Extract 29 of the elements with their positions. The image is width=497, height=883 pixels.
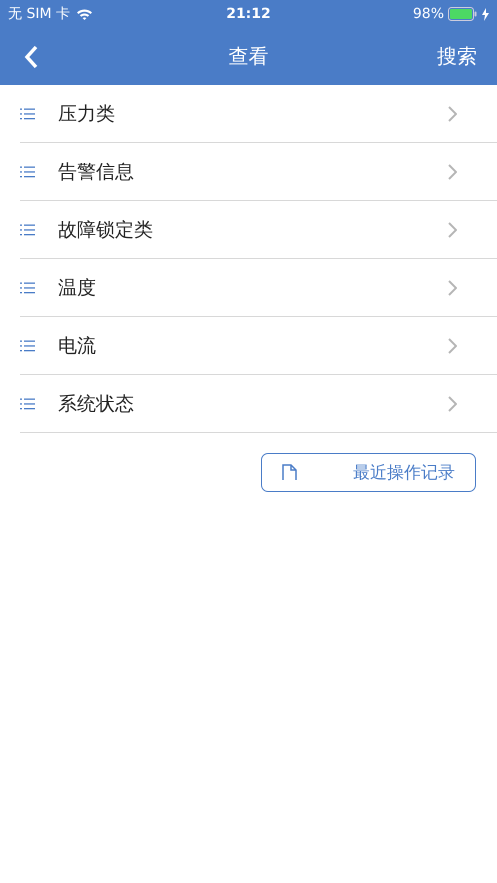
menu-item[interactable]: 温度 bbox=[58, 274, 448, 300]
battery-icon bbox=[448, 7, 478, 21]
menu-item[interactable]: 故障锁定类 bbox=[58, 216, 448, 242]
list-icon bbox=[20, 282, 35, 294]
chevron-right-icon bbox=[448, 396, 457, 412]
document-icon bbox=[282, 464, 298, 481]
list-icon bbox=[20, 340, 35, 352]
clock-time: 21:12 bbox=[226, 6, 271, 22]
carrier-name: 无 SIM 卡 bbox=[8, 5, 70, 23]
history-button[interactable]: 最近操作记录 bbox=[261, 453, 476, 492]
wifi-icon bbox=[76, 8, 93, 20]
back-button[interactable] bbox=[24, 44, 38, 68]
menu-item[interactable]: 压力类 bbox=[58, 100, 448, 126]
menu-item[interactable]: 系统状态 bbox=[58, 390, 448, 416]
menu-item[interactable]: 告警信息 bbox=[58, 158, 448, 184]
chevron-right-icon bbox=[448, 106, 457, 122]
list-icon bbox=[20, 108, 35, 120]
chevron-right-icon bbox=[448, 164, 457, 180]
screen-title: 查看 bbox=[228, 43, 268, 70]
charging-icon bbox=[482, 8, 489, 20]
list-icon bbox=[20, 166, 35, 178]
chevron-right-icon bbox=[448, 338, 457, 354]
menu-item[interactable]: 电流 bbox=[58, 332, 448, 358]
list-icon bbox=[20, 224, 35, 236]
chevron-right-icon bbox=[448, 280, 457, 296]
chevron-right-icon bbox=[448, 222, 457, 238]
battery-percent: 98% bbox=[412, 6, 444, 22]
search-button[interactable]: 搜索 bbox=[437, 43, 477, 70]
list-icon bbox=[20, 398, 35, 410]
